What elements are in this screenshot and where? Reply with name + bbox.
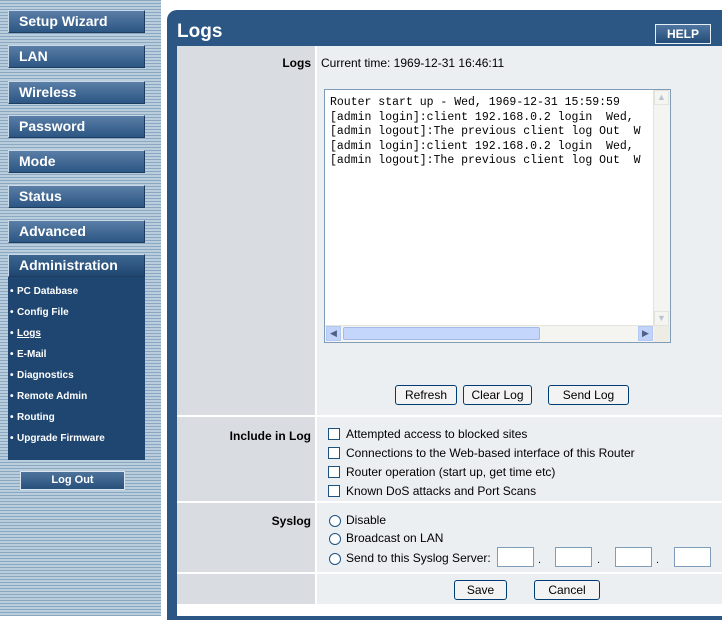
dos-attacks-checkbox[interactable] xyxy=(328,485,340,497)
current-time: Current time: 1969-12-31 16:46:11 xyxy=(321,56,505,70)
nav-advanced[interactable]: Advanced xyxy=(8,220,145,243)
dos-attacks-label: Known DoS attacks and Port Scans xyxy=(346,484,537,498)
cancel-button[interactable]: Cancel xyxy=(534,580,600,600)
include-label: Include in Log xyxy=(229,429,311,443)
scroll-up-icon[interactable]: ▲ xyxy=(654,90,669,105)
syslog-label: Syslog xyxy=(271,514,311,528)
send-log-button[interactable]: Send Log xyxy=(548,385,629,405)
bullet-icon: • xyxy=(10,412,14,423)
actions-label-cell xyxy=(177,574,315,604)
log-line: [admin login]:client 192.168.0.2 login W… xyxy=(330,140,634,153)
syslog-server-label: Send to this Syslog Server: xyxy=(346,551,491,565)
save-button[interactable]: Save xyxy=(454,580,507,600)
subnav-remote-admin[interactable]: • Remote Admin xyxy=(10,391,87,402)
scroll-right-icon[interactable]: ▶ xyxy=(638,326,653,341)
ip-octet-4-input[interactable] xyxy=(674,547,711,567)
include-field-cell: Attempted access to blocked sites Connec… xyxy=(317,417,722,501)
scroll-down-icon[interactable]: ▼ xyxy=(654,311,669,326)
refresh-button[interactable]: Refresh xyxy=(395,385,457,405)
clear-log-button[interactable]: Clear Log xyxy=(463,385,532,405)
logs-label: Logs xyxy=(282,56,311,70)
subnav-email[interactable]: • E-Mail xyxy=(10,349,46,360)
blocked-sites-checkbox[interactable] xyxy=(328,428,340,440)
include-section: Include in Log Attempted access to block… xyxy=(177,417,722,501)
ip-separator: . xyxy=(538,554,542,566)
router-operation-label: Router operation (start up, get time etc… xyxy=(346,465,556,479)
web-connections-checkbox[interactable] xyxy=(328,447,340,459)
bullet-icon: • xyxy=(10,391,14,402)
log-line: [admin logout]:The previous client log O… xyxy=(330,125,641,138)
help-button[interactable]: HELP xyxy=(655,24,711,44)
logs-section: Logs Current time: 1969-12-31 16:46:11 R… xyxy=(177,46,722,415)
subnav-pc-database[interactable]: • PC Database xyxy=(10,286,78,297)
ip-octet-1-input[interactable] xyxy=(497,547,534,567)
horizontal-scrollbar[interactable]: ◀ ▶ xyxy=(325,325,654,342)
actions-field-cell: Save Cancel xyxy=(317,574,722,604)
vertical-scrollbar[interactable]: ▲ ▼ xyxy=(653,90,670,326)
blocked-sites-label: Attempted access to blocked sites xyxy=(346,427,528,441)
nav-password[interactable]: Password xyxy=(8,115,145,138)
nav-lan[interactable]: LAN xyxy=(8,45,145,68)
bullet-icon: • xyxy=(10,286,14,297)
scroll-thumb[interactable] xyxy=(343,327,540,340)
ip-octet-2-input[interactable] xyxy=(555,547,592,567)
nav-wireless[interactable]: Wireless xyxy=(8,81,145,104)
scroll-corner xyxy=(654,326,670,342)
bullet-icon: • xyxy=(10,328,14,339)
bullet-icon: • xyxy=(10,349,14,360)
bullet-icon: • xyxy=(10,433,14,444)
syslog-disable-radio[interactable] xyxy=(329,515,341,527)
actions-section: Save Cancel xyxy=(177,574,722,604)
subnav-logs[interactable]: • Logs xyxy=(10,328,41,339)
syslog-broadcast-radio[interactable] xyxy=(329,533,341,545)
logs-label-cell: Logs xyxy=(177,46,315,415)
syslog-server-ip: . . . xyxy=(497,547,722,567)
nav-mode[interactable]: Mode xyxy=(8,150,145,173)
page-title: Logs xyxy=(177,21,223,42)
router-operation-checkbox[interactable] xyxy=(328,466,340,478)
log-line: [admin login]:client 192.168.0.2 login W… xyxy=(330,111,634,124)
log-line: [admin logout]:The previous client log O… xyxy=(330,154,641,167)
syslog-disable-label: Disable xyxy=(346,513,387,527)
subnav-config-file[interactable]: • Config File xyxy=(10,307,69,318)
nav-setup-wizard[interactable]: Setup Wizard xyxy=(8,10,145,33)
content-area: Logs Current time: 1969-12-31 16:46:11 R… xyxy=(177,46,722,616)
syslog-server-radio[interactable] xyxy=(329,553,341,565)
syslog-label-cell: Syslog xyxy=(177,503,315,572)
logout-button[interactable]: Log Out xyxy=(20,471,125,490)
log-textarea[interactable]: Router start up - Wed, 1969-12-31 15:59:… xyxy=(324,89,671,343)
nav-administration[interactable]: Administration xyxy=(8,254,145,277)
ip-separator: . xyxy=(656,554,660,566)
scroll-left-icon[interactable]: ◀ xyxy=(326,326,341,341)
syslog-field-cell: Disable Broadcast on LAN Send to this Sy… xyxy=(317,503,722,572)
syslog-section: Syslog Disable Broadcast on LAN Send to … xyxy=(177,503,722,572)
bullet-icon: • xyxy=(10,307,14,318)
syslog-broadcast-label: Broadcast on LAN xyxy=(346,531,444,545)
ip-octet-3-input[interactable] xyxy=(615,547,652,567)
nav-status[interactable]: Status xyxy=(8,185,145,208)
sidebar: Setup Wizard LAN Wireless Password Mode … xyxy=(0,0,161,616)
subnav-upgrade-firmware[interactable]: • Upgrade Firmware xyxy=(10,433,105,444)
subnav-routing[interactable]: • Routing xyxy=(10,412,55,423)
subnav-diagnostics[interactable]: • Diagnostics xyxy=(10,370,74,381)
web-connections-label: Connections to the Web-based interface o… xyxy=(346,446,635,460)
bullet-icon: • xyxy=(10,370,14,381)
ip-separator: . xyxy=(597,554,601,566)
log-line: Router start up - Wed, 1969-12-31 15:59:… xyxy=(330,96,620,109)
include-label-cell: Include in Log xyxy=(177,417,315,501)
